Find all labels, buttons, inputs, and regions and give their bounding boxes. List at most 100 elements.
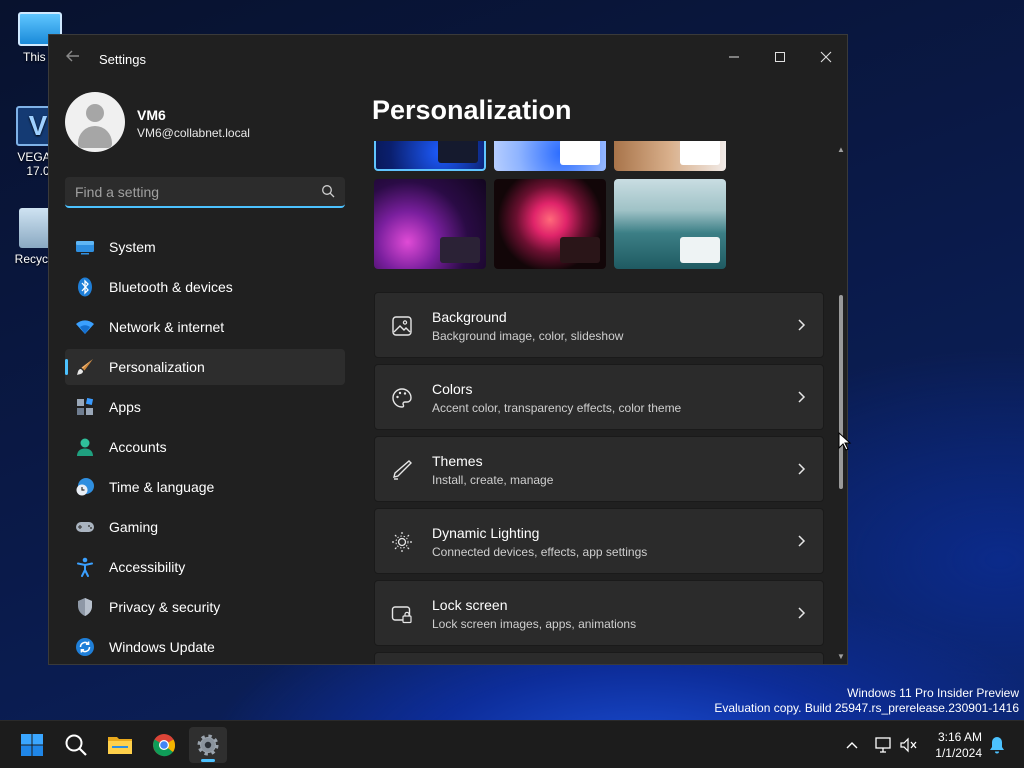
maximize-button[interactable] [757, 41, 803, 73]
title-bar[interactable]: Settings [49, 35, 847, 83]
sidebar-item-system[interactable]: System [65, 229, 345, 265]
wifi-icon [75, 317, 95, 337]
mouse-cursor-icon [838, 432, 852, 451]
chevron-right-icon [798, 463, 806, 475]
card-themes[interactable]: Themes Install, create, manage [374, 436, 824, 502]
settings-window: Settings VM6 VM6@collabnet.local System … [48, 34, 848, 665]
pen-icon [393, 460, 412, 480]
volume-tray-button[interactable] [898, 721, 920, 768]
sidebar-item-accounts[interactable]: Accounts [65, 429, 345, 465]
bluetooth-icon [75, 277, 95, 297]
back-button[interactable] [63, 49, 83, 69]
arrow-left-icon [66, 50, 79, 62]
evaluation-watermark: Windows 11 Pro Insider Preview Evaluatio… [714, 686, 1019, 716]
clock-time: 3:16 AM [937, 730, 982, 744]
close-button[interactable] [803, 41, 847, 73]
image-icon [392, 316, 412, 336]
sidebar-item-label: Network & internet [109, 319, 225, 335]
card-subtitle: Background image, color, slideshow [432, 329, 624, 343]
sidebar-item-label: Windows Update [109, 639, 215, 655]
scroll-up-icon[interactable]: ▲ [836, 145, 846, 155]
network-tray-button[interactable] [872, 721, 894, 768]
sidebar-item-accessibility[interactable]: Accessibility [65, 549, 345, 585]
gamepad-icon [75, 517, 95, 537]
brush-icon [75, 357, 95, 377]
search-box[interactable] [65, 177, 345, 208]
sidebar-item-personalization[interactable]: Personalization [65, 349, 345, 385]
close-icon [820, 51, 832, 63]
folder-icon [108, 737, 132, 754]
sidebar-item-network[interactable]: Network & internet [65, 309, 345, 345]
user-name: VM6 [137, 107, 166, 123]
sidebar-item-label: Bluetooth & devices [109, 279, 233, 295]
network-icon [875, 737, 891, 753]
show-hidden-icons-button[interactable] [842, 721, 862, 768]
accounts-icon [75, 437, 95, 457]
scroll-down-icon[interactable]: ▼ [836, 652, 846, 662]
taskbar: 3:16 AM 1/1/2024 [0, 720, 1024, 768]
card-subtitle: Connected devices, effects, app settings [432, 545, 648, 559]
sidebar-item-label: Accounts [109, 439, 167, 455]
search-input[interactable] [65, 177, 305, 206]
apps-icon [75, 397, 95, 417]
sidebar-item-gaming[interactable]: Gaming [65, 509, 345, 545]
sidebar-item-bluetooth[interactable]: Bluetooth & devices [65, 269, 345, 305]
sidebar-nav: System Bluetooth & devices Network & int… [65, 229, 345, 664]
card-subtitle: Lock screen images, apps, animations [432, 617, 637, 631]
avatar[interactable] [65, 92, 125, 152]
lock-screen-icon [391, 606, 412, 624]
theme-tile[interactable] [494, 179, 606, 269]
card-title: Themes [432, 453, 483, 469]
sidebar-item-time-language[interactable]: Time & language [65, 469, 345, 505]
scrollbar[interactable]: ▲ ▼ [835, 141, 847, 664]
notifications-button[interactable] [986, 721, 1008, 768]
sidebar-item-label: Accessibility [109, 559, 186, 575]
clock-date: 1/1/2024 [935, 746, 982, 760]
user-email: VM6@collabnet.local [137, 126, 250, 140]
card-title: Lock screen [432, 597, 508, 613]
sidebar-item-label: Personalization [109, 359, 205, 375]
gear-icon [197, 734, 219, 756]
system-icon [75, 237, 95, 257]
search-icon[interactable] [321, 184, 335, 198]
theme-tile[interactable] [374, 141, 486, 171]
accessibility-icon [75, 557, 95, 577]
card-background[interactable]: Background Background image, color, slid… [374, 292, 824, 358]
card-lock-screen[interactable]: Lock screen Lock screen images, apps, an… [374, 580, 824, 646]
card-dynamic-lighting[interactable]: Dynamic Lighting Connected devices, effe… [374, 508, 824, 574]
watermark-line2: Evaluation copy. Build 25947.rs_prerelea… [714, 701, 1019, 715]
theme-accent-chip [560, 141, 600, 165]
sidebar-item-privacy[interactable]: Privacy & security [65, 589, 345, 625]
card-colors[interactable]: Colors Accent color, transparency effect… [374, 364, 824, 430]
search-taskbar-button[interactable] [57, 727, 95, 763]
chrome-button[interactable] [145, 727, 183, 763]
theme-tile[interactable] [494, 141, 606, 171]
theme-tile[interactable] [614, 179, 726, 269]
bell-icon [990, 737, 1004, 754]
chrome-icon [153, 734, 176, 757]
minimize-button[interactable] [711, 41, 757, 73]
scroll-thumb[interactable] [839, 295, 843, 489]
lighting-icon [392, 532, 412, 552]
sidebar-item-windows-update[interactable]: Windows Update [65, 629, 345, 664]
settings-taskbar-button[interactable] [189, 727, 227, 763]
card-next-partial[interactable] [374, 652, 824, 664]
chevron-right-icon [798, 535, 806, 547]
theme-accent-chip [560, 237, 600, 263]
watermark-line1: Windows 11 Pro Insider Preview [847, 686, 1019, 700]
theme-accent-chip [438, 141, 478, 163]
sidebar-item-apps[interactable]: Apps [65, 389, 345, 425]
shield-icon [75, 597, 95, 617]
theme-tile[interactable] [374, 179, 486, 269]
theme-accent-chip [680, 237, 720, 263]
clock[interactable]: 3:16 AM 1/1/2024 [935, 729, 982, 761]
sidebar-item-label: Apps [109, 399, 141, 415]
start-button[interactable] [13, 727, 51, 763]
file-explorer-button[interactable] [101, 727, 139, 763]
sidebar-item-label: Time & language [109, 479, 215, 495]
card-title: Dynamic Lighting [432, 525, 540, 541]
update-icon [75, 637, 95, 657]
content-pane: Background Background image, color, slid… [372, 141, 834, 664]
theme-tile[interactable] [614, 141, 726, 171]
clock-globe-icon [75, 477, 95, 497]
